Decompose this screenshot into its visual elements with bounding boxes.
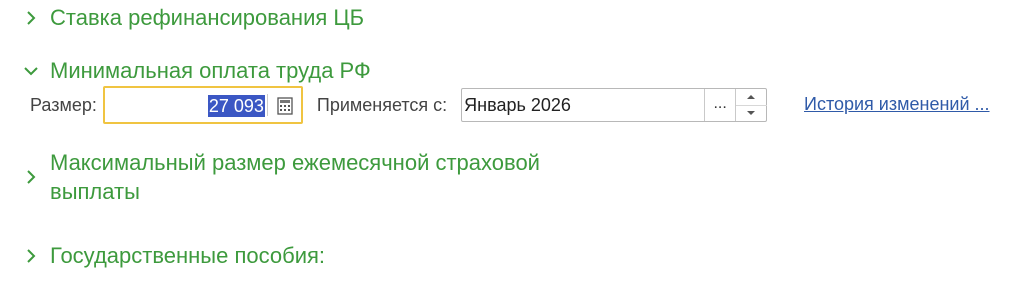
chevron-down-icon[interactable] (22, 62, 40, 80)
settings-panel: Ставка рефинансирования ЦБ Минимальная о… (0, 0, 1024, 283)
arrow-up-icon (747, 95, 756, 99)
period-input[interactable]: Январь 2026 ... (461, 88, 768, 122)
arrow-down-icon (747, 111, 756, 115)
chevron-right-icon[interactable] (22, 9, 40, 27)
size-value[interactable]: 27 093 (207, 95, 265, 117)
period-value[interactable]: Январь 2026 (464, 95, 571, 116)
period-spinner (735, 89, 768, 121)
section-title-line1: Максимальный размер ежемесячной страхово… (50, 150, 540, 175)
section-title: Ставка рефинансирования ЦБ (50, 5, 365, 30)
select-button[interactable]: ... (704, 89, 735, 121)
size-input[interactable]: 27 093 (102, 86, 303, 124)
section-refinancing-rate[interactable]: Ставка рефинансирования ЦБ (22, 4, 364, 32)
section-title: Минимальная оплата труда РФ (50, 58, 371, 83)
section-title-line2: выплаты (50, 179, 140, 204)
size-label: Размер: (30, 94, 97, 115)
applies-from-label: Применяется с: (316, 94, 448, 115)
section-minimum-wage[interactable]: Минимальная оплата труда РФ (22, 57, 371, 85)
chevron-right-icon[interactable] (22, 168, 40, 186)
spin-up-button[interactable] (736, 89, 768, 106)
section-title: Максимальный размер ежемесячной страхово… (50, 148, 540, 206)
calculator-icon[interactable] (275, 96, 295, 116)
section-title: Государственные пособия: (50, 243, 326, 268)
history-link[interactable]: История изменений ... (804, 94, 990, 115)
section-state-benefits[interactable]: Государственные пособия: (22, 242, 325, 270)
input-divider (266, 94, 268, 116)
spin-down-button[interactable] (736, 105, 767, 121)
minimum-wage-row: Размер: 27 093 Применяется с: Январь 202… (30, 86, 768, 124)
section-max-insurance-payment[interactable]: Максимальный размер ежемесячной страхово… (22, 148, 540, 206)
chevron-right-icon[interactable] (22, 247, 40, 265)
